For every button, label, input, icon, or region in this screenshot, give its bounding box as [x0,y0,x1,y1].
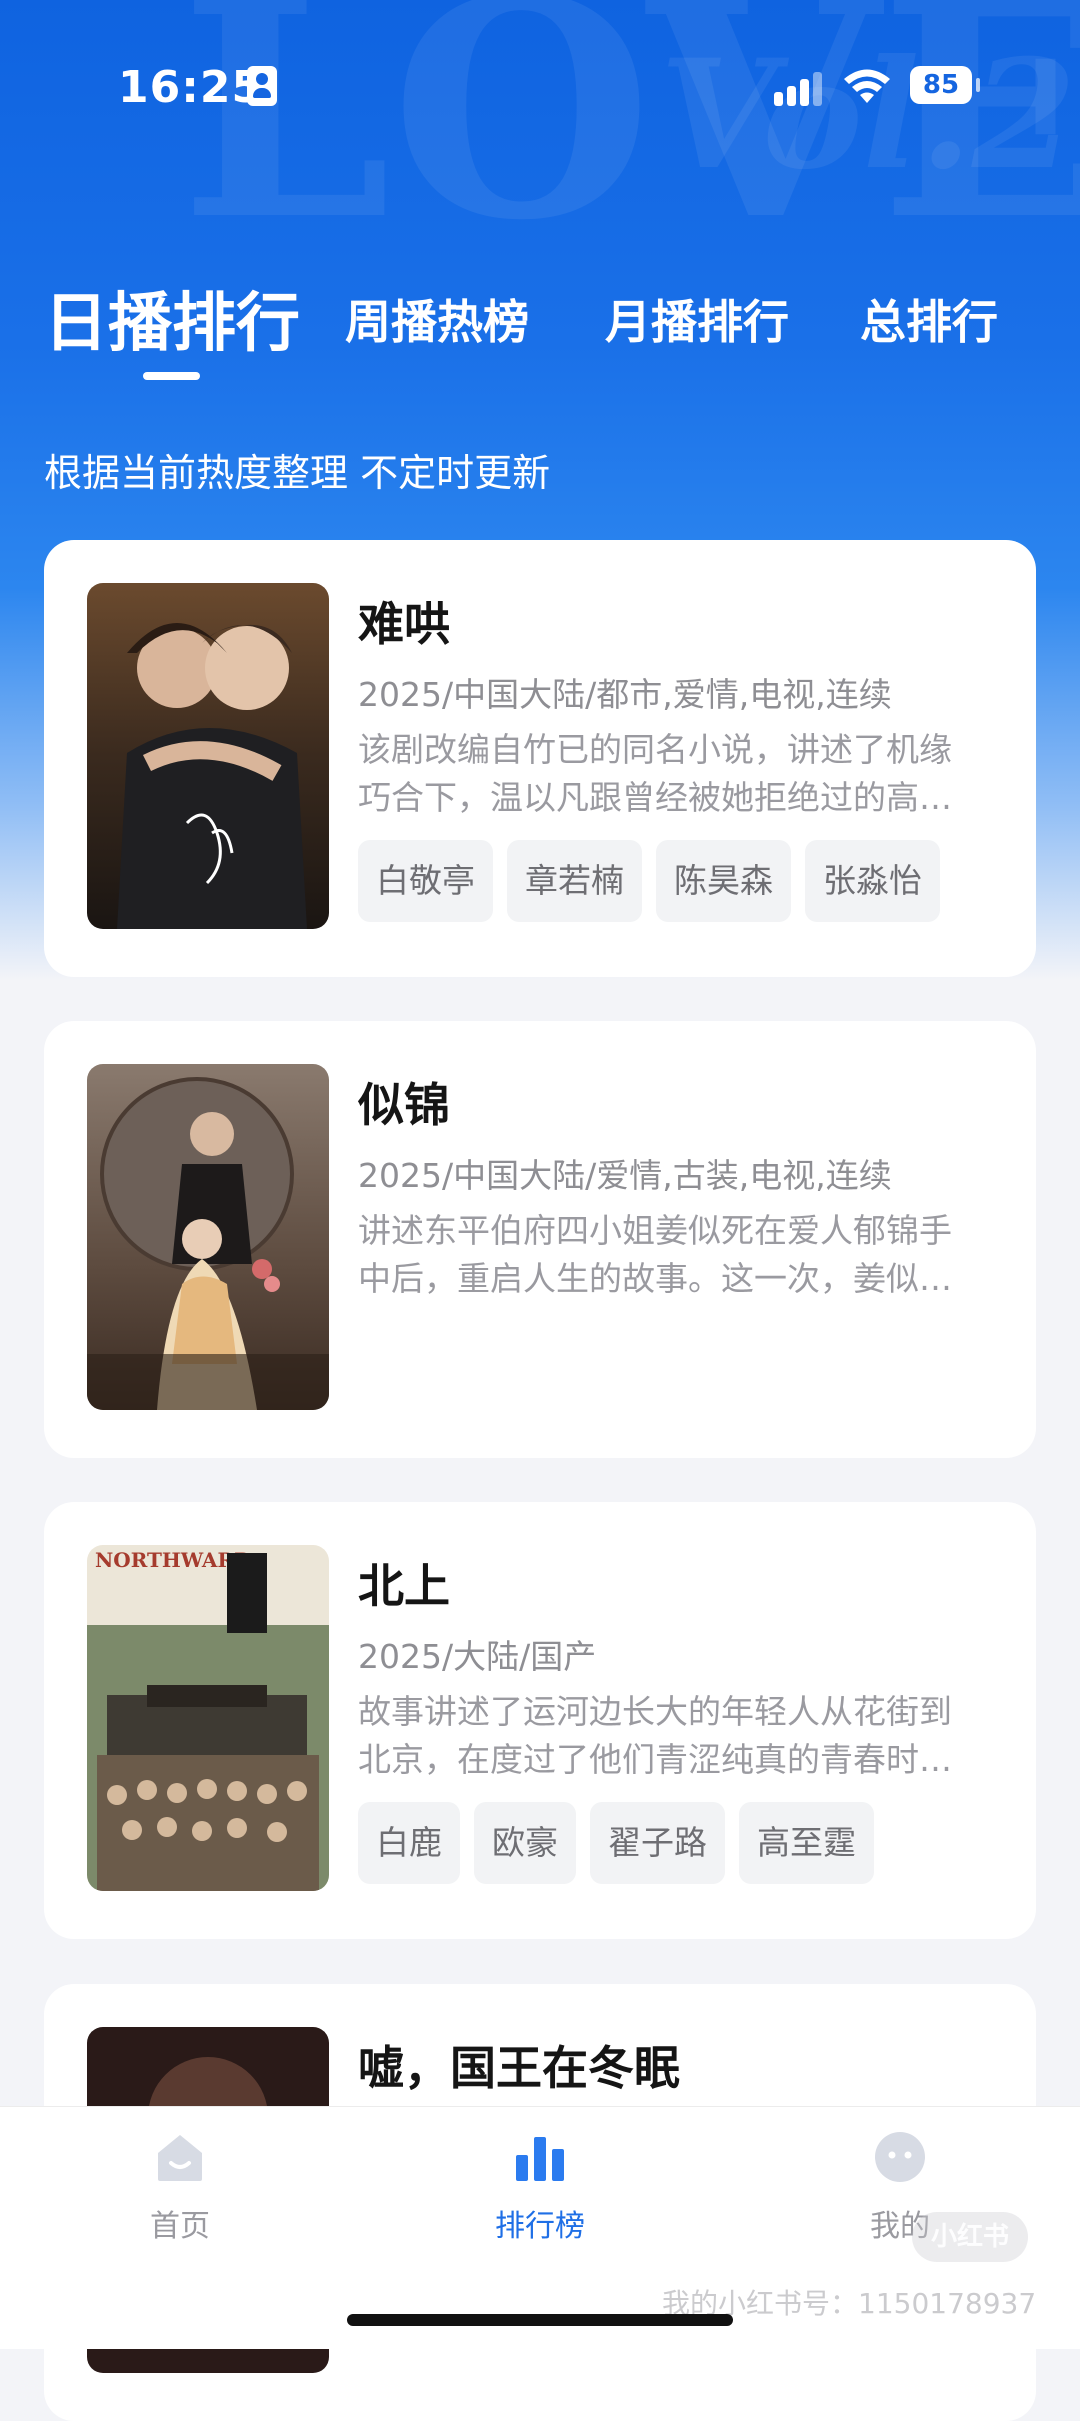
drama-poster: NORTHWARD [87,1545,329,1891]
cast-tag[interactable]: 白敬亭 [358,840,493,922]
ranking-tabs: 日播排行 周播热榜 月播排行 总排行 [0,260,1080,400]
drama-description: 故事讲述了运河边长大的年轻人从花街到 北京，在度过了他们青涩纯真的青春时… [358,1688,990,1784]
profile-icon [872,2129,928,2185]
watermark-logo: 小红书 [912,2212,1028,2262]
nav-home-label: 首页 [150,2209,210,2244]
nav-ranking[interactable]: 排行榜 [460,2129,620,2245]
cast-tag[interactable]: 欧豪 [474,1802,576,1884]
drama-description-line: 北京，在度过了他们青涩纯真的青春时… [358,1740,952,1779]
cast-tags: 白鹿 欧豪 翟子路 高至霆 [358,1802,874,1884]
drama-meta: 2025/中国大陆/爱情,古装,电视,连续 [358,1156,892,1195]
drama-description-line: 巧合下，温以凡跟曾经被她拒绝过的高… [358,778,952,817]
home-icon [152,2129,208,2185]
contact-card-icon [247,66,277,106]
tab-monthly[interactable]: 月播排行 [605,286,789,352]
drama-poster [87,1064,329,1410]
cast-tag[interactable]: 陈昊森 [656,840,791,922]
cast-tags: 白敬亭 章若楠 陈昊森 张淼怡 [358,840,940,922]
cast-tag[interactable]: 高至霆 [739,1802,874,1884]
cast-tag[interactable]: 张淼怡 [805,840,940,922]
drama-poster [87,583,329,929]
tab-overall[interactable]: 总排行 [860,286,998,352]
active-tab-indicator [143,372,200,380]
cast-tag[interactable]: 章若楠 [507,840,642,922]
status-bar: 16:25 85 [0,0,1080,175]
tab-weekly[interactable]: 周播热榜 [345,286,529,352]
ranking-subtitle: 根据当前热度整理 不定时更新 [44,451,551,495]
nav-home[interactable]: 首页 [100,2129,260,2245]
drama-card[interactable]: NORTHWARD 北上 2025/大陆/国产 故事讲述了运河边长大的年轻人从花… [44,1502,1036,1939]
drama-description: 该剧改编自竹已的同名小说，讲述了机缘 巧合下，温以凡跟曾经被她拒绝过的高… [358,726,990,822]
ranking-icon [512,2129,568,2185]
wifi-icon [842,66,892,106]
drama-meta: 2025/中国大陆/都市,爱情,电视,连续 [358,675,892,714]
drama-description-line: 故事讲述了运河边长大的年轻人从花街到 [358,1692,952,1731]
drama-description-line: 该剧改编自竹已的同名小说，讲述了机缘 [358,730,952,769]
nav-ranking-label: 排行榜 [495,2209,585,2244]
drama-description-line: 中后，重启人生的故事。这一次，姜似… [358,1259,952,1298]
drama-card[interactable]: 似锦 2025/中国大陆/爱情,古装,电视,连续 讲述东平伯府四小姐姜似死在爱人… [44,1021,1036,1458]
home-indicator[interactable] [347,2314,733,2326]
drama-title: 难哄 [358,597,450,651]
cellular-signal-icon [774,70,824,106]
drama-description-line: 讲述东平伯府四小姐姜似死在爱人郁锦手 [358,1211,952,1250]
cast-tag[interactable]: 翟子路 [590,1802,725,1884]
drama-title: 北上 [358,1559,450,1613]
drama-meta: 2025/大陆/国产 [358,1637,597,1676]
cast-tag[interactable]: 白鹿 [358,1802,460,1884]
tab-daily[interactable]: 日播排行 [44,272,300,364]
battery-indicator: 85 [910,66,980,104]
drama-title: 似锦 [358,1078,450,1132]
drama-card[interactable]: 难哄 2025/中国大陆/都市,爱情,电视,连续 该剧改编自竹已的同名小说，讲述… [44,540,1036,977]
drama-description: 讲述东平伯府四小姐姜似死在爱人郁锦手 中后，重启人生的故事。这一次，姜似… [358,1207,990,1303]
status-time: 16:25 [118,62,264,113]
drama-title: 嘘，国王在冬眠 [358,2041,680,2095]
